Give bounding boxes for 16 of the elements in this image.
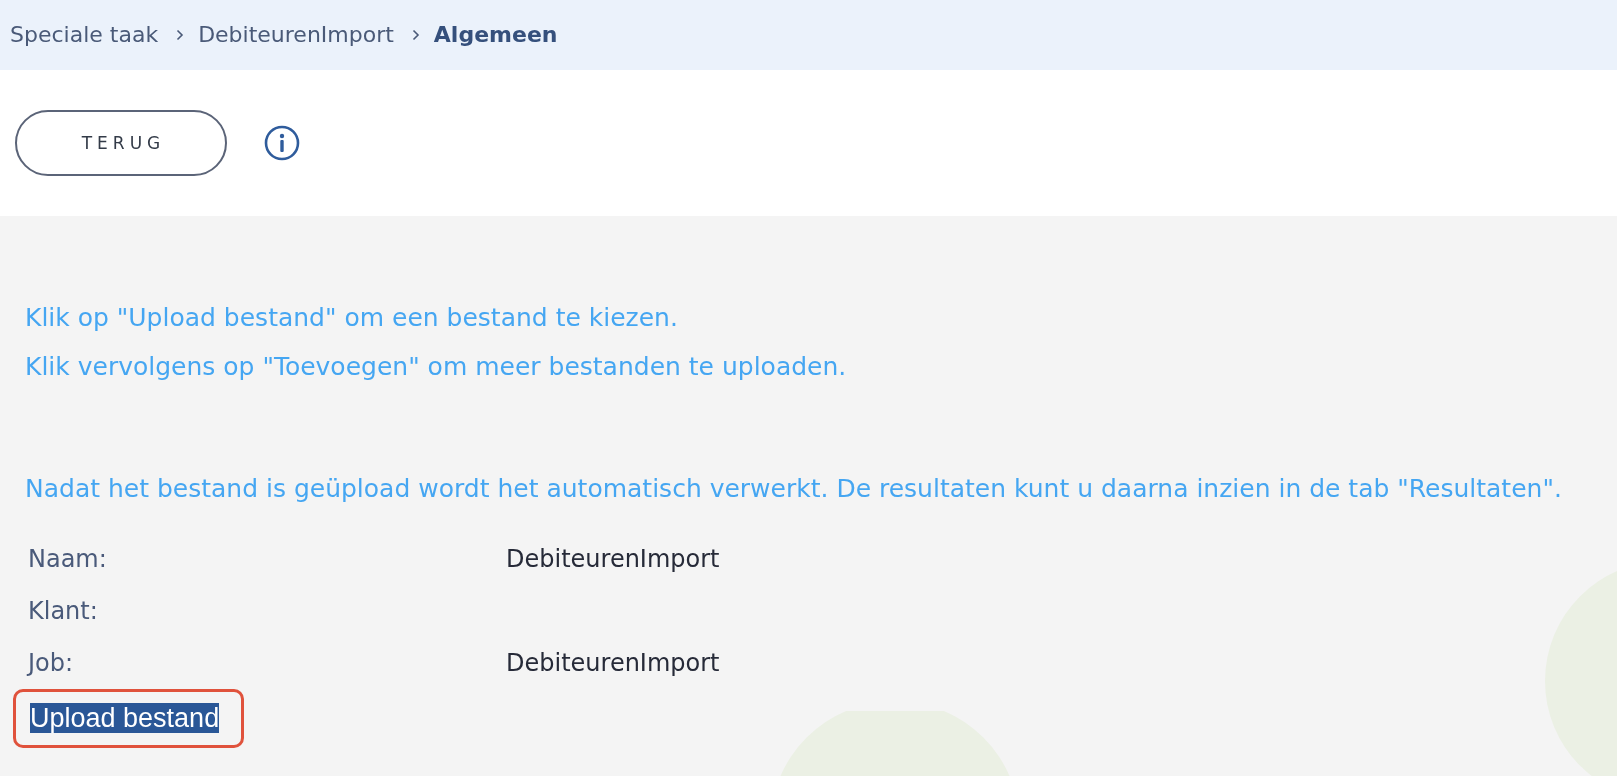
chevron-icon — [411, 29, 420, 41]
instruction-text: Klik op "Upload bestand" om een bestand te kiezen. — [25, 302, 679, 334]
breadcrumb-item[interactable]: Speciale taak — [10, 20, 159, 50]
breadcrumb-item[interactable]: DebiteurenImport — [198, 20, 394, 50]
field-label: Naam: — [28, 545, 108, 573]
info-icon[interactable] — [264, 125, 300, 161]
field-value: DebiteurenImport — [506, 545, 721, 573]
chevron-icon — [176, 29, 185, 41]
field-label: Job: — [28, 649, 75, 677]
field-value: DebiteurenImport — [506, 649, 721, 677]
breadcrumb-item: Algemeen — [433, 21, 558, 49]
upload-link[interactable]: Upload bestand — [30, 703, 220, 733]
back-button[interactable]: TERUG — [15, 110, 227, 176]
field-label: Klant: — [28, 597, 99, 625]
instruction-text: Nadat het bestand is geüpload wordt het automatisch verwerkt. De resultaten kunt u daarna inzien in de tab "Resultaten". — [25, 473, 1563, 505]
instruction-text: Klik vervolgens op "Toevoegen" om meer bestanden te uploaden. — [25, 351, 848, 383]
